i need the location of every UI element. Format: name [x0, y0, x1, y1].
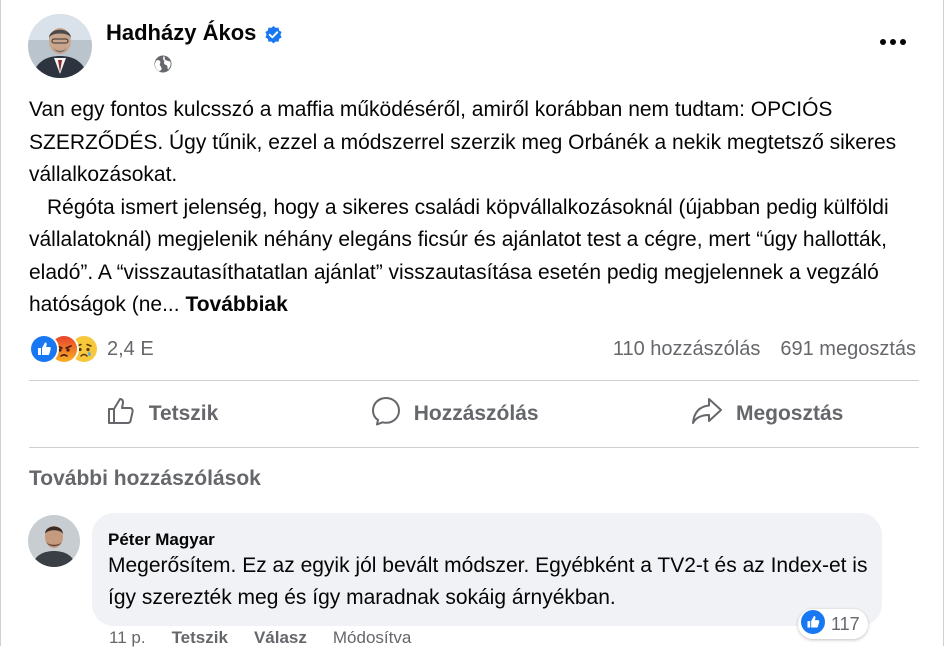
more-options-icon[interactable] [875, 30, 911, 54]
post-paragraph-1: Van egy fontos kulcsszó a maffia működés… [29, 98, 897, 186]
comment-like-count: 117 [831, 613, 860, 634]
more-comments-link[interactable]: További hozzászólások [29, 467, 261, 491]
divider-bottom [29, 447, 919, 448]
comment-like-button[interactable]: Tetszik [172, 628, 228, 648]
like-reaction-icon [29, 334, 59, 364]
share-button[interactable]: Megosztás [690, 395, 843, 433]
reactions-summary[interactable]: 2,4 E [29, 334, 154, 364]
post-body: Van egy fontos kulcsszó a maffia működés… [29, 94, 914, 322]
comment-bubble-icon [370, 395, 402, 433]
like-reaction-icon [801, 609, 825, 639]
post-paragraph-2: Régóta ismert jelenség, hogy a sikeres c… [29, 192, 914, 322]
globe-icon[interactable] [153, 54, 173, 74]
comment-time[interactable]: 11 p. [109, 628, 146, 648]
share-count[interactable]: 691 megosztás [780, 338, 916, 361]
comment-button[interactable]: Hozzászólás [370, 395, 539, 433]
author-name-row: Hadházy Ákos [106, 20, 283, 46]
comment-button-label: Hozzászólás [413, 402, 539, 425]
commenter-avatar[interactable] [28, 515, 80, 567]
comment-reply-button[interactable]: Válasz [254, 628, 307, 648]
comment-bubble: Péter Magyar Megerősítem. Ez az egyik jó… [92, 513, 882, 626]
action-bar: Tetszik Hozzászólás Megosztás [29, 382, 919, 446]
verified-badge-icon [264, 24, 283, 43]
comment-text: Megerősítem. Ez az egyik jól bevált móds… [108, 554, 868, 609]
comment-edited-label: Módosítva [332, 628, 412, 647]
share-arrow-icon [690, 395, 724, 433]
comment-like-badge[interactable]: 117 [798, 609, 868, 639]
post-card: Hadházy Ákos Van egy fontos kulcsszó a m… [0, 0, 944, 648]
thumbs-up-icon [105, 395, 137, 433]
share-button-label: Megosztás [735, 402, 844, 425]
reaction-count: 2,4 E [107, 337, 154, 360]
comment-count[interactable]: 110 hozzászólás [613, 338, 761, 361]
divider-top [29, 380, 919, 381]
see-more-link[interactable]: Továbbiak [185, 293, 287, 316]
author-name[interactable]: Hadházy Ákos [106, 20, 256, 46]
post-stats: 110 hozzászólás 691 megosztás [613, 338, 916, 361]
author-avatar[interactable] [28, 14, 92, 78]
like-button-label: Tetszik [148, 402, 219, 425]
post-paragraph-2-text: Régóta ismert jelenség, hogy a sikeres c… [29, 195, 889, 317]
commenter-name[interactable]: Péter Magyar [108, 530, 215, 550]
comment-meta: 11 p. Tetszik Válasz Módosítva [109, 628, 411, 648]
like-button[interactable]: Tetszik [105, 395, 219, 433]
